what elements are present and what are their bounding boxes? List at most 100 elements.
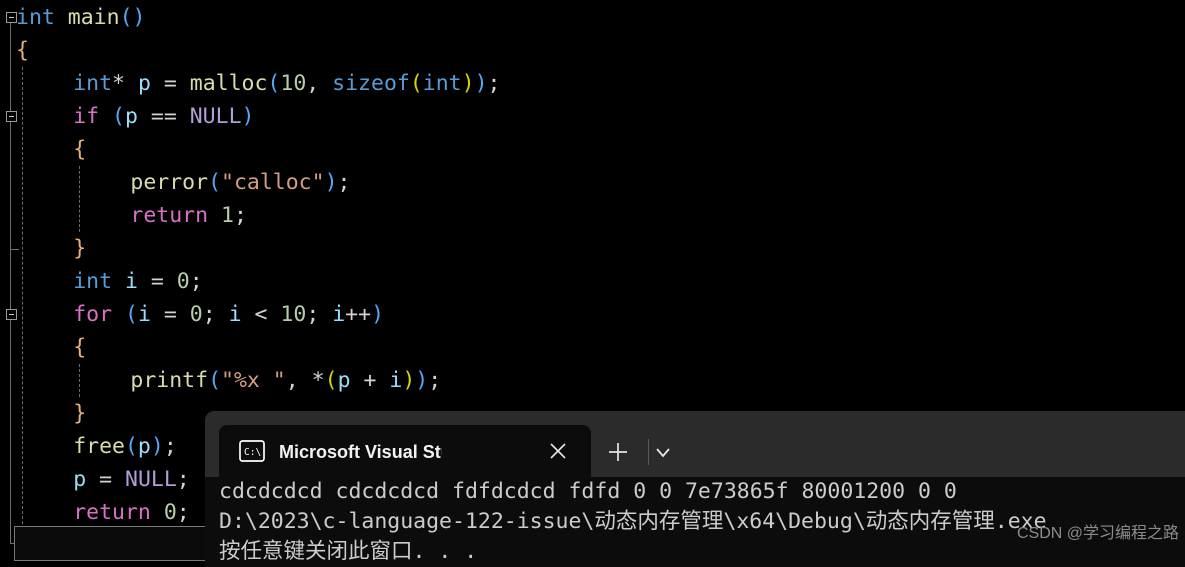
code-line[interactable]: int main() bbox=[0, 1, 1185, 34]
code-token: ) bbox=[241, 104, 255, 129]
terminal-titlebar[interactable]: C:\ Microsoft Visual Studio 调试控 bbox=[205, 411, 1185, 477]
code-line-text: int main() bbox=[16, 1, 145, 34]
code-token: p bbox=[73, 467, 87, 492]
fold-toggle-icon[interactable] bbox=[6, 12, 17, 23]
code-token: ( bbox=[324, 368, 338, 393]
code-token: ( bbox=[112, 104, 125, 129]
code-token: 0 bbox=[163, 500, 177, 525]
code-token: , bbox=[285, 368, 299, 393]
code-token: ; bbox=[306, 302, 320, 327]
code-line[interactable]: int i = 0; bbox=[0, 265, 1185, 298]
code-token: free bbox=[73, 434, 125, 459]
code-token: p bbox=[337, 368, 351, 393]
code-line-text: int i = 0; bbox=[73, 265, 203, 298]
code-line[interactable]: } bbox=[0, 232, 1185, 265]
code-line[interactable]: { bbox=[0, 331, 1185, 364]
code-token: malloc bbox=[189, 71, 268, 96]
code-token: { bbox=[73, 137, 87, 162]
code-line[interactable]: int* p = malloc(10, sizeof(int)); bbox=[0, 67, 1185, 100]
code-token: = bbox=[163, 71, 177, 96]
code-token: ; bbox=[202, 302, 216, 327]
code-token: int bbox=[73, 71, 113, 96]
code-line-text: free(p); bbox=[73, 430, 177, 463]
indent-guide bbox=[22, 67, 23, 529]
code-token: "calloc" bbox=[221, 170, 325, 195]
watermark: CSDN @学习编程之路 bbox=[1016, 525, 1179, 542]
code-token: ) bbox=[150, 434, 164, 459]
chevron-down-icon[interactable] bbox=[649, 441, 677, 463]
code-token: ; bbox=[176, 500, 190, 525]
code-token: } bbox=[73, 401, 87, 426]
code-token: ; bbox=[189, 269, 203, 294]
current-line-highlight bbox=[14, 526, 206, 561]
fold-toggle-icon[interactable] bbox=[6, 111, 17, 122]
code-line-text: p = NULL; bbox=[73, 463, 190, 496]
fold-toggle-icon[interactable] bbox=[6, 309, 17, 320]
code-line-text: } bbox=[73, 397, 86, 430]
code-token: i bbox=[389, 368, 403, 393]
code-token: ) bbox=[461, 71, 475, 96]
code-token: ( bbox=[208, 368, 222, 393]
code-token: 0 bbox=[189, 302, 203, 327]
code-token: i bbox=[332, 302, 346, 327]
console-cmd-icon: C:\ bbox=[239, 440, 265, 462]
code-token: ( bbox=[267, 71, 281, 96]
code-token: ) bbox=[132, 5, 146, 30]
close-icon[interactable] bbox=[547, 440, 569, 462]
code-token: * bbox=[112, 71, 125, 96]
code-line[interactable]: { bbox=[0, 34, 1185, 67]
code-line[interactable]: for (i = 0; i < 10; i++) bbox=[0, 298, 1185, 331]
code-token: p bbox=[124, 104, 138, 129]
code-token: NULL bbox=[125, 467, 177, 492]
code-token: ; bbox=[163, 434, 177, 459]
outline-vertical-line bbox=[10, 19, 11, 543]
code-token: + bbox=[363, 368, 377, 393]
code-token: ) bbox=[371, 302, 385, 327]
code-token: ( bbox=[208, 170, 222, 195]
code-line-text: return 1; bbox=[130, 199, 247, 232]
code-line-text: if (p == NULL) bbox=[73, 100, 254, 133]
code-token: int bbox=[422, 71, 462, 96]
outline-foot-tick bbox=[10, 249, 19, 250]
code-line[interactable]: perror("calloc"); bbox=[0, 166, 1185, 199]
code-token: main bbox=[67, 5, 120, 30]
code-token: ) bbox=[402, 368, 416, 393]
code-token: i bbox=[137, 302, 151, 327]
code-token: * bbox=[311, 368, 325, 393]
code-line[interactable]: return 1; bbox=[0, 199, 1185, 232]
code-token: ( bbox=[119, 5, 133, 30]
code-token: return bbox=[130, 203, 209, 228]
code-token: 10 bbox=[280, 71, 307, 96]
code-line-text: int* p = malloc(10, sizeof(int)); bbox=[73, 67, 500, 100]
code-token: ) bbox=[474, 71, 488, 96]
code-line[interactable]: { bbox=[0, 133, 1185, 166]
code-line-text: { bbox=[16, 34, 29, 67]
terminal-window[interactable]: C:\ Microsoft Visual Studio 调试控 bbox=[205, 411, 1185, 567]
code-line-text: } bbox=[73, 232, 86, 265]
code-token: ( bbox=[409, 71, 423, 96]
code-line[interactable]: if (p == NULL) bbox=[0, 100, 1185, 133]
code-token: p bbox=[137, 434, 151, 459]
code-token: ; bbox=[233, 203, 247, 228]
code-token: if bbox=[73, 104, 100, 129]
code-token: p bbox=[137, 71, 151, 96]
code-token: ; bbox=[176, 467, 190, 492]
code-token: return bbox=[73, 500, 151, 525]
code-line[interactable]: printf("%x ", *(p + i)); bbox=[0, 364, 1185, 397]
new-tab-button[interactable] bbox=[603, 439, 633, 465]
terminal-tab[interactable]: C:\ Microsoft Visual Studio 调试控 bbox=[219, 425, 591, 477]
